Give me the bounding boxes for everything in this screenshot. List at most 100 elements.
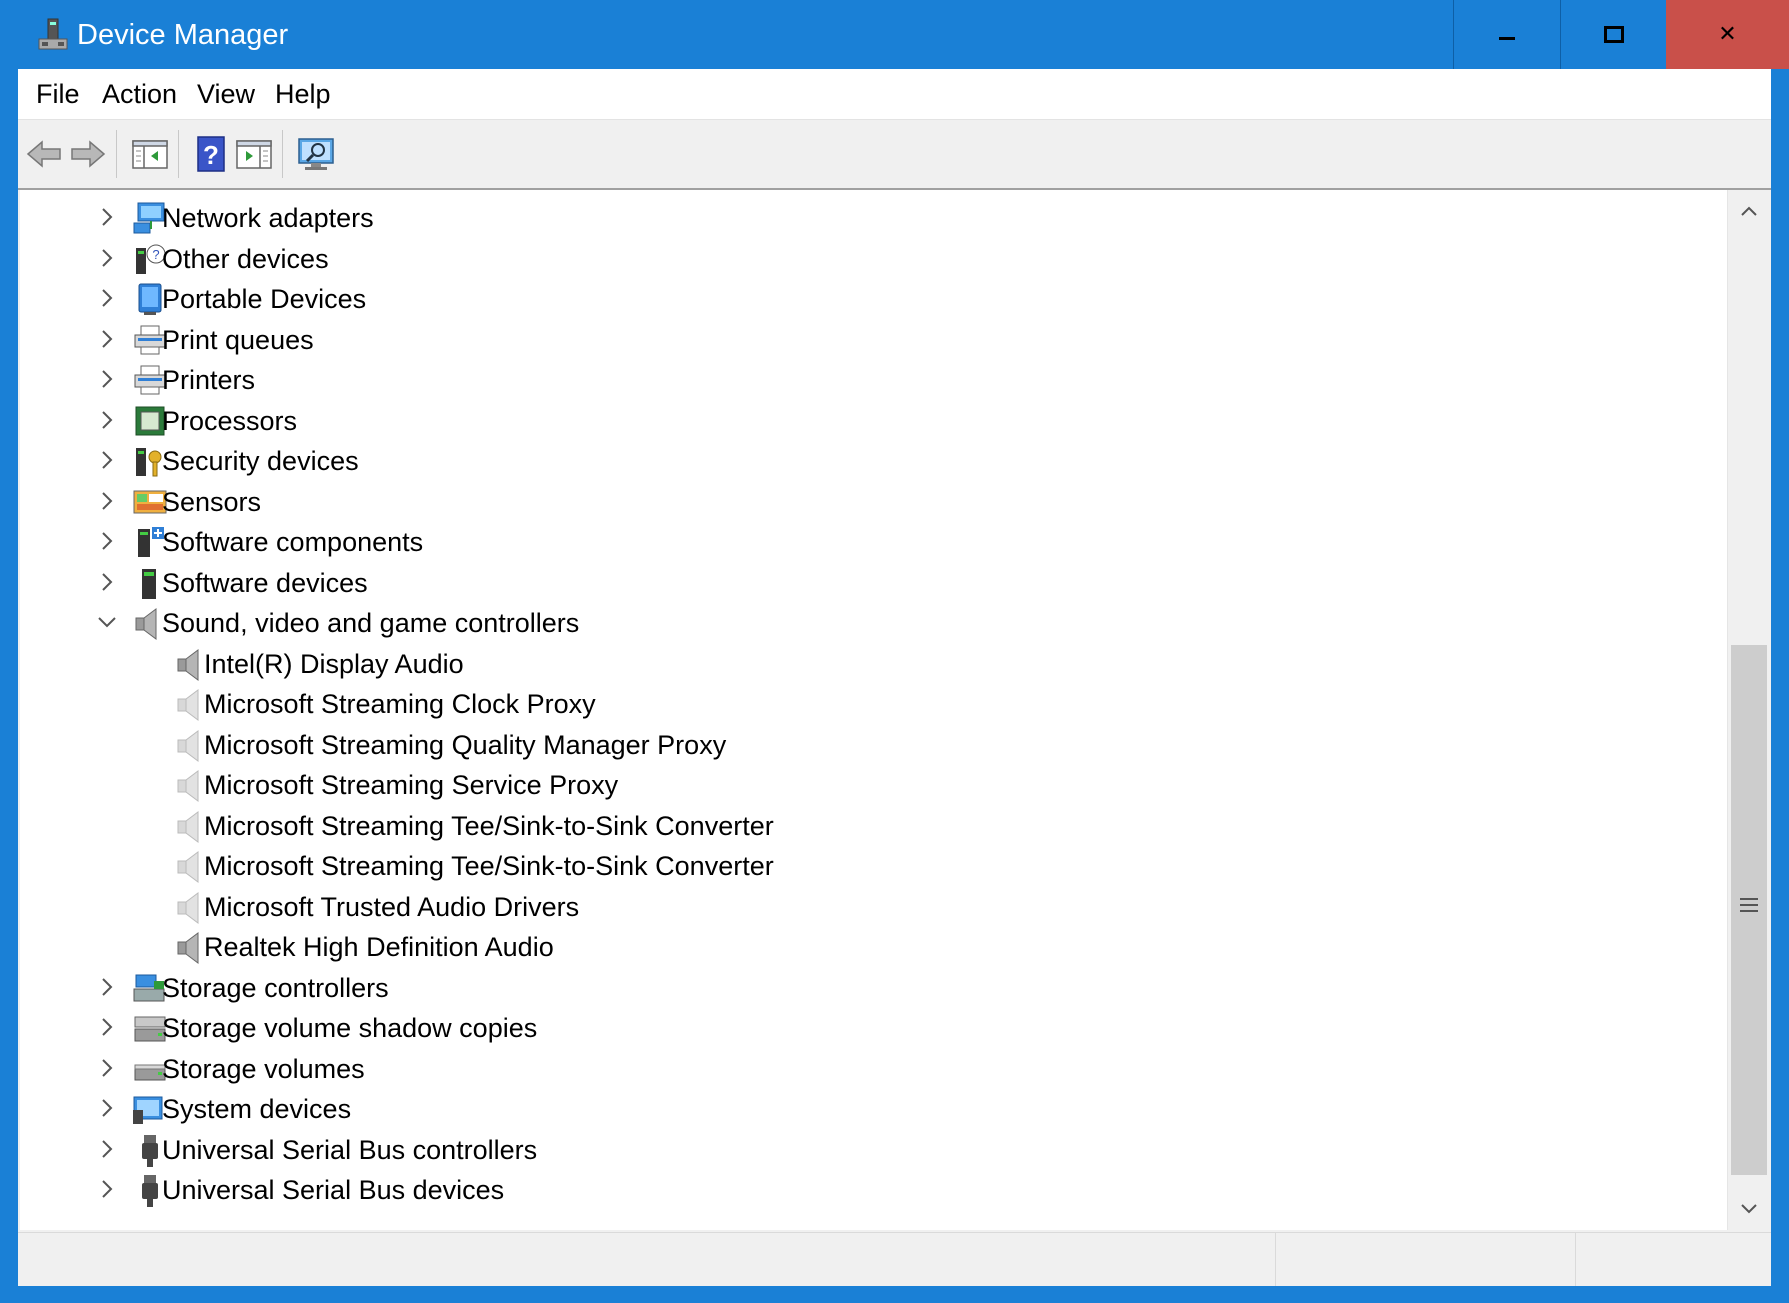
client-area: File Action View Help ? Network adapters… xyxy=(18,69,1771,1286)
chevron-down-icon[interactable] xyxy=(94,609,120,635)
chevron-up-icon xyxy=(1741,206,1757,216)
tree-node-label: Storage volumes xyxy=(162,1053,365,1084)
title-bar[interactable]: Device Manager ✕ xyxy=(0,0,1789,69)
tree-node-label: Software devices xyxy=(162,567,368,598)
tree-category-row[interactable]: System devices xyxy=(20,1089,1720,1129)
scroll-thumb[interactable] xyxy=(1731,645,1767,1175)
properties-pane-icon[interactable] xyxy=(234,134,274,174)
tree-category-row[interactable]: Storage controllers xyxy=(20,968,1720,1008)
chevron-right-icon[interactable] xyxy=(94,528,120,554)
scroll-down-button[interactable] xyxy=(1728,1188,1770,1230)
svg-text:?: ? xyxy=(203,140,219,170)
chevron-right-icon[interactable] xyxy=(94,285,120,311)
chevron-right-icon[interactable] xyxy=(94,326,120,352)
menu-file[interactable]: File xyxy=(36,77,80,111)
chevron-right-icon[interactable] xyxy=(94,1055,120,1081)
tree-node-label: Network adapters xyxy=(162,203,374,233)
tree-device-row[interactable]: Microsoft Trusted Audio Drivers xyxy=(20,887,1720,927)
tree-device-row[interactable]: Microsoft Streaming Tee/Sink-to-Sink Con… xyxy=(20,846,1720,886)
tree-category-row[interactable]: Software devices xyxy=(20,563,1720,603)
tree-node-label: Microsoft Streaming Clock Proxy xyxy=(204,689,596,719)
vertical-scrollbar[interactable] xyxy=(1727,190,1770,1230)
tree-node-label: Microsoft Streaming Service Proxy xyxy=(204,770,619,800)
tree-node-label: Print queues xyxy=(162,324,314,355)
maximize-icon xyxy=(1603,26,1624,43)
tree-node-label: Portable Devices xyxy=(162,284,367,314)
help-icon[interactable]: ? xyxy=(192,134,232,174)
tree-node-label: Microsoft Streaming Tee/Sink-to-Sink Con… xyxy=(204,810,774,841)
minimize-button[interactable] xyxy=(1453,0,1559,69)
menu-bar: File Action View Help xyxy=(18,69,1771,120)
tree-device-row[interactable]: Realtek High Definition Audio xyxy=(20,927,1720,967)
tree-category-row[interactable]: Security devices xyxy=(20,441,1720,481)
tree-node-label: Intel(R) Display Audio xyxy=(204,648,464,679)
svg-text:?: ? xyxy=(152,247,159,262)
tree-category-row[interactable]: Storage volumes xyxy=(20,1049,1720,1089)
minimize-icon xyxy=(1498,37,1515,40)
tree-device-row[interactable]: Microsoft Streaming Clock Proxy xyxy=(20,684,1720,724)
maximize-button[interactable] xyxy=(1560,0,1666,69)
chevron-right-icon[interactable] xyxy=(94,366,120,392)
toolbar-separator xyxy=(116,130,117,178)
scroll-grip-icon xyxy=(1740,898,1758,912)
tree-node-label: Universal Serial Bus devices xyxy=(162,1175,505,1205)
close-button[interactable]: ✕ xyxy=(1666,0,1789,69)
status-bar xyxy=(18,1232,1771,1286)
tree-device-row[interactable]: Microsoft Streaming Quality Manager Prox… xyxy=(20,725,1720,765)
window-title: Device Manager xyxy=(77,19,289,51)
tree-category-row[interactable]: ? Other devices xyxy=(20,239,1720,279)
tree-node-label: Sensors xyxy=(162,486,262,517)
tree-node-label: Storage volume shadow copies xyxy=(162,1013,538,1043)
chevron-right-icon[interactable] xyxy=(94,1176,120,1202)
tree-category-row[interactable]: Processors xyxy=(20,401,1720,441)
close-icon: ✕ xyxy=(1718,22,1737,47)
device-manager-window: Device Manager ✕ File Action View Help ?… xyxy=(0,0,1789,1303)
tree-category-row[interactable]: Print queues xyxy=(20,320,1720,360)
tree-category-row[interactable]: Software components xyxy=(20,522,1720,562)
status-pane xyxy=(1575,1233,1772,1286)
tree-node-label: Storage controllers xyxy=(162,972,389,1003)
chevron-right-icon[interactable] xyxy=(94,974,120,1000)
tree-node-label: Printers xyxy=(162,365,256,395)
tree-node-label: Security devices xyxy=(162,446,359,476)
tree-node-label: Other devices xyxy=(162,243,329,274)
tree-device-row[interactable]: Microsoft Streaming Tee/Sink-to-Sink Con… xyxy=(20,806,1720,846)
show-hide-console-tree-icon[interactable] xyxy=(130,134,170,174)
chevron-right-icon[interactable] xyxy=(94,488,120,514)
tree-category-row[interactable]: Universal Serial Bus devices xyxy=(20,1170,1720,1210)
tree-category-row[interactable]: Sound, video and game controllers xyxy=(20,603,1720,643)
tree-category-row[interactable]: Portable Devices xyxy=(20,279,1720,319)
menu-action[interactable]: Action xyxy=(102,77,177,111)
chevron-right-icon[interactable] xyxy=(94,407,120,433)
scan-hardware-icon[interactable] xyxy=(296,134,336,174)
toolbar-separator xyxy=(178,130,179,178)
forward-arrow-icon[interactable] xyxy=(68,134,108,174)
menu-view[interactable]: View xyxy=(197,77,255,111)
tree-category-row[interactable]: Sensors xyxy=(20,482,1720,522)
tree-node-label: Software components xyxy=(162,527,424,557)
device-tree[interactable]: Network adapters? Other devices Portable D… xyxy=(20,190,1727,1230)
tree-category-row[interactable]: Network adapters xyxy=(20,198,1720,238)
chevron-right-icon[interactable] xyxy=(94,204,120,230)
chevron-right-icon[interactable] xyxy=(94,569,120,595)
back-arrow-icon[interactable] xyxy=(24,134,64,174)
tree-category-row[interactable]: Storage volume shadow copies xyxy=(20,1008,1720,1048)
scroll-up-button[interactable] xyxy=(1728,190,1770,232)
chevron-right-icon[interactable] xyxy=(94,1014,120,1040)
tree-device-row[interactable]: Microsoft Streaming Service Proxy xyxy=(20,765,1720,805)
tree-device-row[interactable]: Intel(R) Display Audio xyxy=(20,644,1720,684)
tree-category-row[interactable]: Universal Serial Bus controllers xyxy=(20,1130,1720,1170)
menu-help[interactable]: Help xyxy=(275,77,331,111)
toolbar-separator xyxy=(282,130,283,178)
tree-node-label: Microsoft Trusted Audio Drivers xyxy=(204,891,580,922)
chevron-right-icon[interactable] xyxy=(94,1136,120,1162)
tree-node-label: Microsoft Streaming Tee/Sink-to-Sink Con… xyxy=(204,851,774,881)
chevron-right-icon[interactable] xyxy=(94,245,120,271)
tree-node-label: Processors xyxy=(162,405,298,436)
chevron-right-icon[interactable] xyxy=(94,447,120,473)
toolbar: ? xyxy=(18,120,1771,190)
tree-node-label: Sound, video and game controllers xyxy=(162,608,580,638)
chevron-right-icon[interactable] xyxy=(94,1095,120,1121)
tree-node-label: System devices xyxy=(162,1094,352,1124)
tree-category-row[interactable]: Printers xyxy=(20,360,1720,400)
